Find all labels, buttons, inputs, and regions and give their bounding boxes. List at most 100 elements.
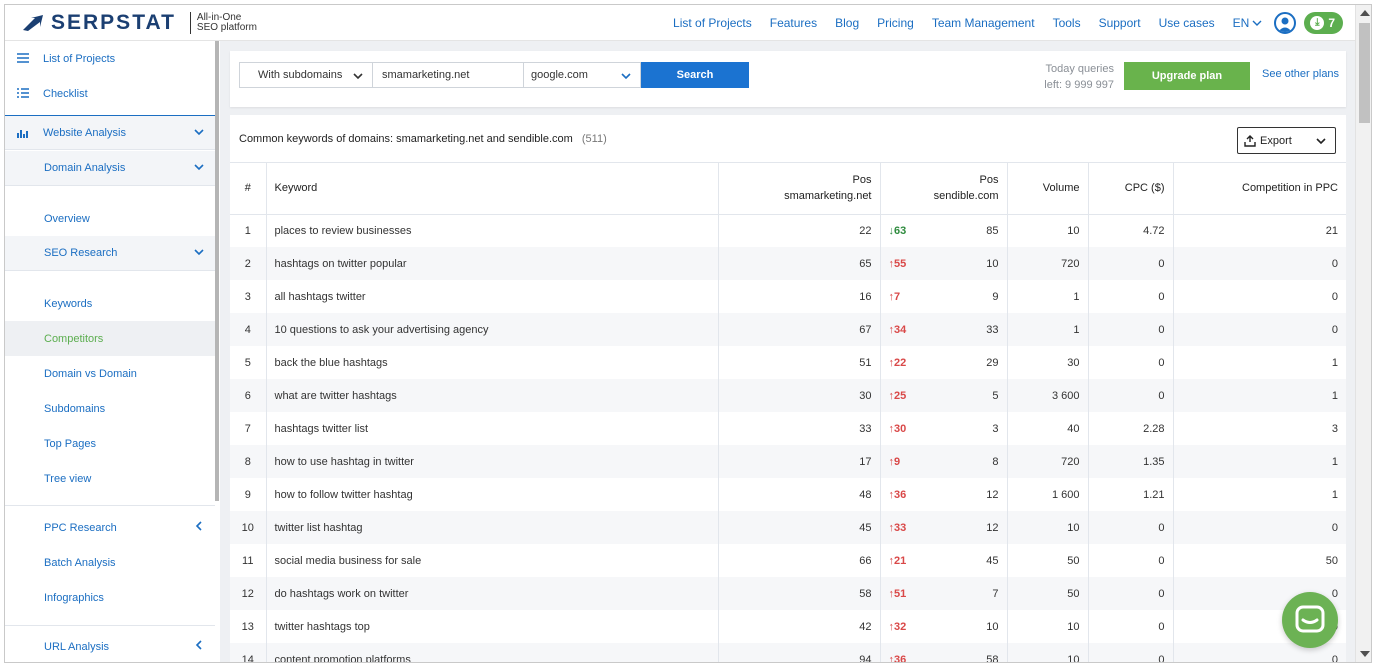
row-keyword[interactable]: hashtags twitter list xyxy=(266,412,719,445)
row-pos-sendible-cell: ↑33 12 xyxy=(880,511,1008,544)
row-keyword[interactable]: twitter list hashtag xyxy=(266,511,719,544)
row-volume: 1 600 xyxy=(1007,478,1089,511)
queries-info: Today queries left: 9 999 997 xyxy=(990,61,1114,93)
row-pos-smamarketing: 42 xyxy=(718,610,881,643)
sidebar-scrollbar[interactable] xyxy=(215,41,219,501)
nav-team-management[interactable]: Team Management xyxy=(932,16,1035,30)
row-volume: 1 xyxy=(1007,313,1089,346)
row-keyword[interactable]: what are twitter hashtags xyxy=(266,379,719,412)
chat-widget-button[interactable] xyxy=(1282,592,1338,648)
row-keyword[interactable]: back the blue hashtags xyxy=(266,346,719,379)
nav-support[interactable]: Support xyxy=(1099,16,1141,30)
sidebar: List of Projects Checklist Website Analy… xyxy=(5,41,220,662)
position-diff: ↑33 xyxy=(888,521,907,534)
sidebar-item-seo-research[interactable]: SEO Research xyxy=(5,236,215,271)
row-pos-smamarketing: 48 xyxy=(718,478,881,511)
sidebar-label: List of Projects xyxy=(43,52,116,65)
row-keyword[interactable]: hashtags on twitter popular xyxy=(266,247,719,280)
col-competition[interactable]: Competition in PPC xyxy=(1173,163,1346,215)
row-keyword[interactable]: twitter hashtags top xyxy=(266,610,719,643)
export-button[interactable]: Export xyxy=(1237,127,1336,154)
row-keyword[interactable]: social media business for sale xyxy=(266,544,719,577)
table-row: 8 how to use hashtag in twitter 17 ↑9 8 720 1.… xyxy=(230,445,1346,478)
serpstat-logo[interactable]: SERPSTAT All-in-One SEO platform xyxy=(21,11,257,35)
row-keyword[interactable]: do hashtags work on twitter xyxy=(266,577,719,610)
domain-input[interactable] xyxy=(373,62,524,88)
language-selector[interactable]: EN xyxy=(1233,16,1263,30)
search-bar: With subdomains google.com Search Today … xyxy=(230,51,1346,107)
nav-pricing[interactable]: Pricing xyxy=(877,16,914,30)
sidebar-item-website-analysis[interactable]: Website Analysis xyxy=(5,115,215,150)
scroll-down-arrow-icon[interactable] xyxy=(1360,651,1370,657)
sidebar-item-checklist[interactable]: Checklist xyxy=(5,76,215,111)
sidebar-item-subdomains[interactable]: Subdomains xyxy=(5,391,215,426)
sidebar-item-ppc-research[interactable]: PPC Research xyxy=(5,510,215,545)
row-pos-sendible: 8 xyxy=(992,455,999,468)
sidebar-item-infographics[interactable]: Infographics xyxy=(5,580,215,615)
col-cpc[interactable]: CPC ($) xyxy=(1088,163,1174,215)
nav-blog[interactable]: Blog xyxy=(835,16,859,30)
row-competition: 3 xyxy=(1331,422,1338,435)
downloads-count: 7 xyxy=(1328,16,1335,30)
sidebar-item-domain-analysis[interactable]: Domain Analysis xyxy=(5,151,215,186)
row-keyword[interactable]: how to follow twitter hashtag xyxy=(266,478,719,511)
nav-features[interactable]: Features xyxy=(770,16,817,30)
table-row: 9 how to follow twitter hashtag 48 ↑36 12 1 6… xyxy=(230,478,1346,511)
search-engine-select[interactable]: google.com xyxy=(524,62,641,88)
row-cpc: 4.72 xyxy=(1088,214,1174,247)
row-pos-smamarketing: 58 xyxy=(718,577,881,610)
sidebar-item-competitors[interactable]: Competitors xyxy=(5,321,215,356)
see-other-plans-link[interactable]: See other plans xyxy=(1262,68,1339,80)
row-competition: 50 xyxy=(1325,554,1338,567)
row-keyword[interactable]: 10 questions to ask your advertising age… xyxy=(266,313,719,346)
row-competition: 0 xyxy=(1173,313,1346,346)
row-volume: 50 xyxy=(1007,544,1089,577)
row-keyword[interactable]: all hashtags twitter xyxy=(266,280,719,313)
row-keyword[interactable]: how to use hashtag in twitter xyxy=(266,445,719,478)
row-keyword[interactable]: content promotion platforms xyxy=(266,643,719,662)
sidebar-item-overview[interactable]: Overview xyxy=(5,201,215,236)
search-button[interactable]: Search xyxy=(641,62,749,88)
row-pos-sendible: 5 xyxy=(992,389,999,402)
row-competition: 0 xyxy=(1331,290,1338,303)
sidebar-item-batch-analysis[interactable]: Batch Analysis xyxy=(5,545,215,580)
sidebar-item-top-pages[interactable]: Top Pages xyxy=(5,426,215,461)
position-diff: ↑7 xyxy=(888,290,901,303)
sidebar-item-domain-vs-domain[interactable]: Domain vs Domain xyxy=(5,356,215,391)
col-pos-sendible[interactable]: Pos sendible.com xyxy=(880,163,1008,215)
user-avatar[interactable] xyxy=(1274,12,1297,34)
downloads-badge[interactable]: ⤓ 7 xyxy=(1304,12,1343,34)
chat-icon xyxy=(1295,605,1325,633)
tagline-line-2: SEO platform xyxy=(196,22,257,33)
row-cpc: 0 xyxy=(1088,247,1174,280)
sidebar-item-tree-view[interactable]: Tree view xyxy=(5,461,215,496)
sidebar-divider xyxy=(5,625,215,626)
sidebar-label: Top Pages xyxy=(44,437,96,450)
row-pos-sendible-cell: ↑21 45 xyxy=(880,544,1008,577)
sidebar-item-url-analysis[interactable]: URL Analysis xyxy=(5,629,215,662)
row-volume: 3 600 xyxy=(1007,379,1089,412)
sidebar-item-list-of-projects[interactable]: List of Projects xyxy=(5,41,215,76)
nav-tools[interactable]: Tools xyxy=(1053,16,1081,30)
row-pos-sendible: 58 xyxy=(986,653,999,663)
row-number: 6 xyxy=(230,379,267,412)
page-scrollbar[interactable] xyxy=(1355,5,1371,662)
scroll-up-arrow-icon[interactable] xyxy=(1360,10,1370,16)
row-pos-sendible-cell: ↑36 12 xyxy=(880,478,1008,511)
row-keyword[interactable]: places to review businesses xyxy=(266,214,719,247)
nav-list-of-projects[interactable]: List of Projects xyxy=(673,16,752,30)
sidebar-item-keywords[interactable]: Keywords xyxy=(5,286,215,321)
row-pos-sendible-cell: ↑34 33 xyxy=(880,313,1008,346)
nav-use-cases[interactable]: Use cases xyxy=(1159,16,1215,30)
chevron-down-icon xyxy=(194,249,204,256)
upgrade-plan-button[interactable]: Upgrade plan xyxy=(1124,62,1250,90)
app-window: SERPSTAT All-in-One SEO platform List of… xyxy=(4,4,1372,663)
row-pos-smamarketing: 51 xyxy=(718,346,881,379)
subdomains-select[interactable]: With subdomains xyxy=(239,62,373,88)
col-keyword[interactable]: Keyword xyxy=(266,163,719,215)
chevron-down-icon xyxy=(194,164,204,171)
col-volume[interactable]: Volume xyxy=(1007,163,1089,215)
row-pos-sendible: 45 xyxy=(986,554,999,567)
scrollbar-thumb[interactable] xyxy=(1359,23,1370,123)
col-pos-smamarketing[interactable]: Pos smamarketing.net xyxy=(718,163,881,215)
